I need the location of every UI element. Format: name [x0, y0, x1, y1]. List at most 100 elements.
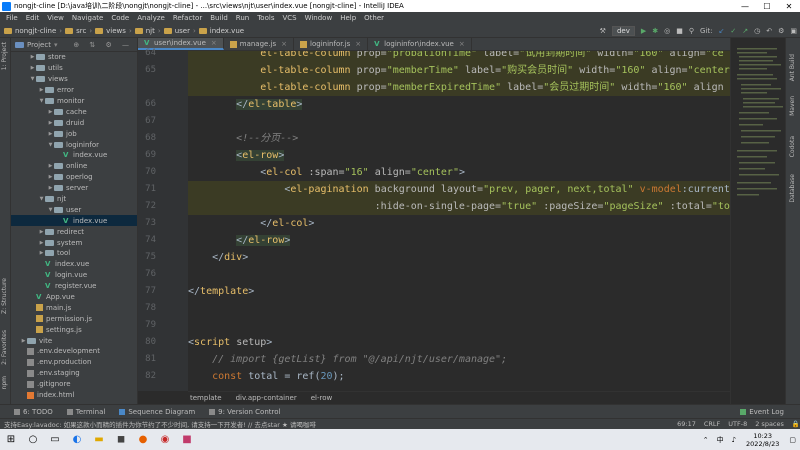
maximize-button[interactable]: ☐ [756, 2, 778, 11]
notification-icon[interactable]: ▢ [789, 436, 796, 444]
edge-browser-icon[interactable]: ◐ [66, 429, 88, 450]
tree-item[interactable]: Vindex.vue [11, 259, 137, 270]
code-line[interactable]: const total = ref(20); [188, 368, 730, 385]
tree-item[interactable]: ▶ online [11, 161, 137, 172]
menu-navigate[interactable]: Navigate [72, 14, 103, 22]
tree-item[interactable]: ▶ error [11, 85, 137, 96]
tree-item[interactable]: Vindex.vue [11, 150, 137, 161]
codota-tool-tab[interactable]: Codota [789, 136, 796, 157]
favorites-tool-tab[interactable]: 2: Favorites [1, 330, 8, 365]
editor-tab[interactable]: logininfor.js × [294, 38, 369, 50]
status-message[interactable]: 支持Easy:lavadoc: 如果这款小而精的插件为你节约了不少时间, 请支持… [4, 419, 669, 429]
language-indicator[interactable]: 中 [717, 435, 724, 445]
code-line[interactable]: el-table-column prop="probationTime" lab… [188, 51, 730, 62]
editor-breadcrumb-item[interactable]: template [190, 394, 222, 402]
code-line[interactable]: <el-pagination background layout="prev, … [188, 181, 730, 198]
tree-item[interactable]: ▶ vite [11, 335, 137, 346]
tree-item[interactable]: ▼ njt [11, 194, 137, 205]
tree-item[interactable]: ▶ redirect [11, 226, 137, 237]
breadcrumb-item[interactable]: user › [163, 27, 196, 35]
breadcrumb-item[interactable]: views › [95, 27, 132, 35]
panel-actions-icons[interactable]: ⊕ ⇅ ⚙ — [73, 41, 133, 49]
close-button[interactable]: ✕ [778, 2, 800, 11]
expand-arrow-icon[interactable]: ▶ [20, 338, 27, 344]
intellij-taskbar-icon[interactable]: ■ [176, 429, 198, 450]
search-icon[interactable]: ○ [22, 429, 44, 450]
chevron-down-icon[interactable]: ▾ [54, 41, 58, 49]
code-line[interactable]: // import {getList} from "@/api/njt/user… [188, 351, 730, 368]
menu-other[interactable]: Other [364, 14, 384, 22]
tree-item[interactable]: Vregister.vue [11, 281, 137, 292]
menu-analyze[interactable]: Analyze [137, 14, 165, 22]
npm-tool-tab[interactable]: npm [1, 376, 8, 389]
code-line[interactable]: el-table-column prop="memberTime" label=… [188, 62, 730, 79]
caret-position[interactable]: 69:17 [677, 420, 696, 428]
code-line[interactable]: :hide-on-single-page="true" :pageSize="p… [188, 198, 730, 215]
menu-code[interactable]: Code [111, 14, 129, 22]
tree-item[interactable]: ▶ job [11, 128, 137, 139]
breadcrumb-item[interactable]: index.vue [198, 27, 244, 35]
media-player-icon[interactable]: ◉ [154, 429, 176, 450]
close-tab-icon[interactable]: × [459, 40, 465, 48]
expand-arrow-icon[interactable]: ▼ [29, 76, 36, 82]
todo-tool-button[interactable]: 6: TODO [14, 408, 53, 416]
tree-item[interactable]: ▶ store [11, 52, 137, 63]
code-line[interactable]: el-table-column prop="memberExpiredTime"… [188, 79, 730, 96]
search-icon[interactable]: ⚲ [689, 27, 694, 35]
close-tab-icon[interactable]: × [281, 40, 287, 48]
event-log-button[interactable]: Event Log [740, 408, 784, 416]
expand-arrow-icon[interactable]: ▼ [47, 142, 54, 148]
breadcrumb-item[interactable]: nongjt-cline › [4, 27, 62, 35]
firefox-icon[interactable]: ● [132, 429, 154, 450]
menu-edit[interactable]: Edit [26, 14, 40, 22]
tree-item[interactable]: permission.js [11, 313, 137, 324]
git-update-icon[interactable]: ↙ [718, 27, 724, 35]
editor-breadcrumb-item[interactable]: el-row [311, 394, 333, 402]
code-line[interactable]: <script setup> [188, 334, 730, 351]
database-tool-tab[interactable]: Database [789, 174, 796, 203]
menu-file[interactable]: File [6, 14, 18, 22]
lock-icon[interactable]: 🔒 [792, 420, 800, 428]
expand-arrow-icon[interactable]: ▼ [47, 207, 54, 213]
task-view-icon[interactable]: ▭ [44, 429, 66, 450]
menu-build[interactable]: Build [210, 14, 228, 22]
code-line[interactable] [188, 113, 730, 130]
debug-icon[interactable]: ✱ [652, 27, 658, 35]
close-tab-icon[interactable]: × [355, 40, 361, 48]
stop-icon[interactable]: ■ [676, 27, 683, 35]
history-icon[interactable]: ◷ [754, 27, 760, 35]
indent-setting[interactable]: 2 spaces [755, 420, 784, 428]
volume-icon[interactable]: ♪ [732, 436, 736, 444]
expand-arrow-icon[interactable]: ▶ [29, 54, 36, 60]
file-explorer-icon[interactable]: ▬ [88, 429, 110, 450]
code-line[interactable] [188, 300, 730, 317]
terminal-tool-button[interactable]: Terminal [66, 408, 105, 416]
expand-arrow-icon[interactable]: ▶ [47, 174, 54, 180]
tree-item[interactable]: ▶ operlog [11, 172, 137, 183]
editor-tab[interactable]: Vlogininfor\index.vue × [368, 38, 472, 50]
menu-vcs[interactable]: VCS [282, 14, 296, 22]
app-icon[interactable]: ◼ [110, 429, 132, 450]
expand-arrow-icon[interactable]: ▶ [38, 229, 45, 235]
code-line[interactable]: </template> [188, 283, 730, 300]
tree-item[interactable]: ▼ monitor [11, 96, 137, 107]
structure-tool-tab[interactable]: Z: Structure [1, 278, 8, 314]
expand-arrow-icon[interactable]: ▶ [38, 87, 45, 93]
expand-arrow-icon[interactable]: ▼ [38, 196, 45, 202]
menu-refactor[interactable]: Refactor [173, 14, 202, 22]
expand-arrow-icon[interactable]: ▶ [47, 163, 54, 169]
tree-item[interactable]: settings.js [11, 324, 137, 335]
expand-arrow-icon[interactable]: ▶ [38, 240, 45, 246]
code-line[interactable]: <!--分页--> [188, 130, 730, 147]
menu-window[interactable]: Window [305, 14, 333, 22]
breadcrumb-item[interactable]: src › [65, 27, 92, 35]
tree-item[interactable]: ▼ user [11, 204, 137, 215]
taskbar-clock[interactable]: 10:23 2022/8/23 [746, 432, 779, 448]
project-panel-title[interactable]: Project [27, 41, 51, 49]
tree-item[interactable]: ▶ tool [11, 248, 137, 259]
tree-item[interactable]: .gitignore [11, 379, 137, 390]
menu-view[interactable]: View [47, 14, 64, 22]
settings-icon[interactable]: ⚙ [778, 27, 784, 35]
file-encoding[interactable]: UTF-8 [728, 420, 747, 428]
git-commit-icon[interactable]: ✓ [730, 27, 736, 35]
